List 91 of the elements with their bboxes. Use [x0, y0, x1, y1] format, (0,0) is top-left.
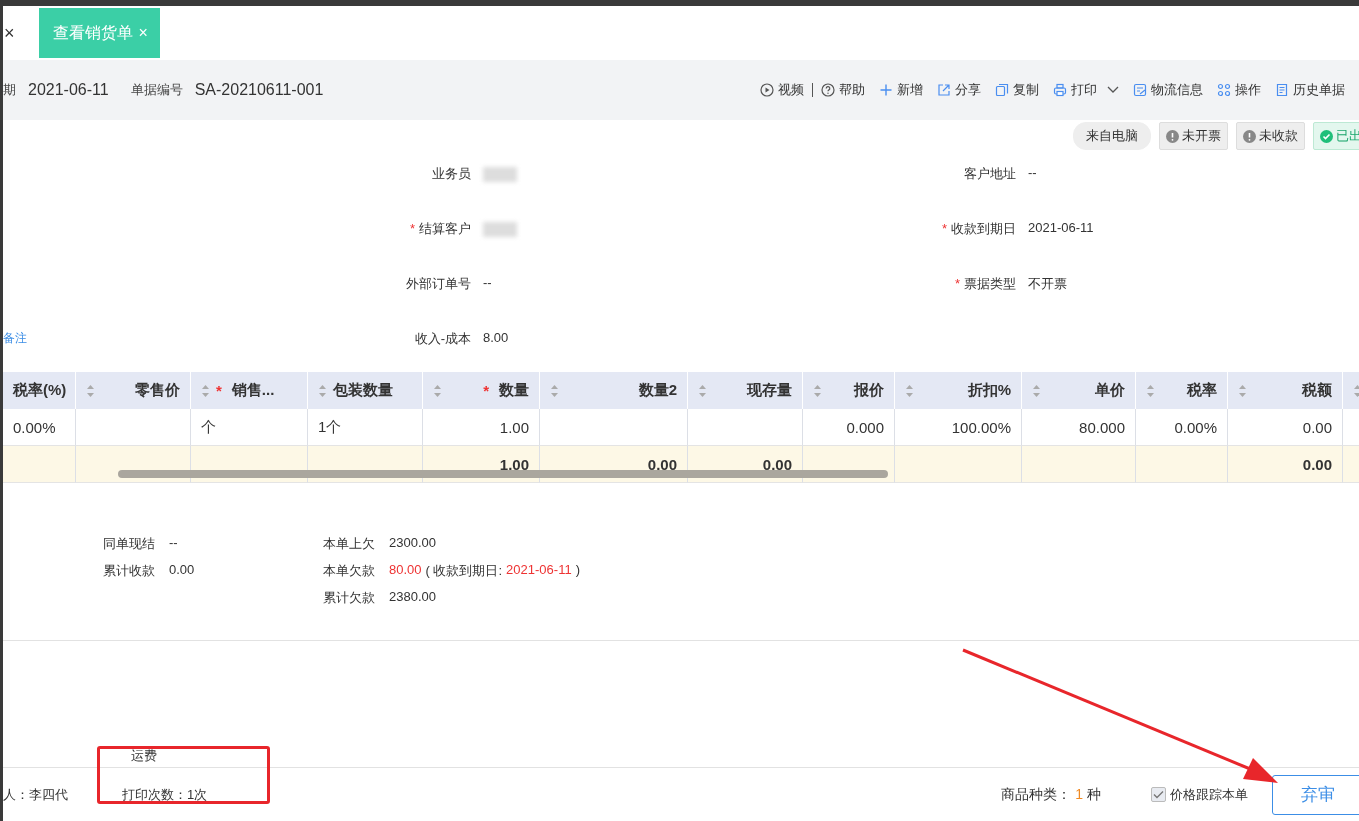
sort-icon[interactable]	[86, 383, 95, 398]
summary-label: 同单现结	[103, 535, 155, 553]
toolbar-button[interactable]: 新增	[879, 81, 923, 99]
grid-icon[interactable]	[1217, 83, 1231, 97]
kinds-unit: 种	[1087, 785, 1101, 804]
summary-label: 累计收款	[103, 562, 155, 580]
column-header[interactable]: * 销售...	[191, 372, 308, 409]
sort-icon[interactable]	[550, 383, 559, 398]
field-label: * 收款到期日	[941, 220, 1017, 238]
column-header[interactable]: 税率	[1136, 372, 1228, 409]
caret-icon[interactable]	[1107, 86, 1119, 94]
checkbox-label[interactable]: 价格跟踪本单	[1170, 785, 1248, 804]
toolbar-button[interactable]: 历史单据	[1275, 81, 1345, 99]
status-tag: 未收款	[1236, 122, 1305, 150]
summary-label: 累计欠款	[323, 589, 375, 607]
column-header[interactable]: 零售价	[76, 372, 191, 409]
print-count-text: 打印次数：1次	[122, 785, 208, 804]
total-cell: 0.00	[1228, 446, 1343, 483]
sort-icon[interactable]	[318, 383, 327, 398]
column-header[interactable]: * 数量	[423, 372, 540, 409]
column-header[interactable]: 现存量	[688, 372, 803, 409]
summary-value: --	[169, 535, 178, 552]
field-value: --	[1028, 165, 1037, 180]
sort-icon[interactable]	[1353, 383, 1359, 398]
field-label: 单据编号	[130, 81, 183, 99]
sort-icon[interactable]	[1032, 383, 1041, 398]
plus-icon[interactable]	[879, 83, 893, 97]
share-icon[interactable]	[937, 83, 951, 97]
warning-icon	[1243, 129, 1256, 143]
sort-icon[interactable]	[813, 383, 822, 398]
status-tag: 未开票	[1159, 122, 1228, 150]
field-label: * 票据类型	[954, 275, 1017, 293]
field-label: 外部订单号	[406, 275, 472, 293]
field-value: --	[483, 275, 492, 290]
status-tag: 来自电脑	[1073, 122, 1151, 150]
field-label: * 结算客户	[409, 220, 472, 238]
column-header[interactable]: 税率(%)	[3, 372, 76, 409]
summary-value: 2380.00	[389, 589, 436, 606]
field-value: 8.00	[483, 330, 509, 345]
column-header[interactable]: 折扣%	[895, 372, 1022, 409]
toolbar-button[interactable]: 复制	[995, 81, 1039, 99]
summary-label: 本单上欠	[323, 535, 375, 553]
column-header[interactable]: 税额	[1228, 372, 1343, 409]
field-label: 业务员	[432, 165, 472, 183]
column-header[interactable]: 报价	[803, 372, 895, 409]
close-icon[interactable]: ×	[3, 22, 15, 44]
maker-text: 人：李四代	[3, 785, 69, 804]
toolbar-button[interactable]: 分享	[937, 81, 981, 99]
field-value: SA-20210611-001	[194, 81, 324, 99]
field-value: 2021-06-11	[28, 81, 109, 99]
sort-icon[interactable]	[698, 383, 707, 398]
unapprove-button[interactable]: 弃审	[1272, 774, 1359, 815]
summary-value: 80.00	[389, 562, 422, 579]
column-header[interactable]: 单价	[1022, 372, 1136, 409]
field-label: 收入-成本	[414, 330, 472, 348]
sort-icon[interactable]	[1238, 383, 1247, 398]
summary-value: 2300.00	[389, 535, 436, 552]
note-icon[interactable]	[1133, 83, 1147, 97]
field-value: 2021-06-11	[1028, 220, 1094, 235]
warning-icon	[1166, 129, 1179, 143]
kinds-label: 商品种类：	[1001, 785, 1072, 804]
checkbox[interactable]	[1151, 787, 1166, 802]
kinds-count: 1	[1075, 785, 1083, 804]
help-icon[interactable]	[821, 83, 835, 97]
sort-icon[interactable]	[1146, 383, 1155, 398]
summary-value: ( 收款到期日:	[425, 562, 503, 580]
toolbar-button[interactable]: 帮助	[821, 81, 865, 99]
summary-label: 本单欠款	[323, 562, 375, 580]
toolbar-button[interactable]: 打印	[1053, 81, 1119, 99]
scrollbar[interactable]	[118, 470, 888, 478]
sort-icon[interactable]	[201, 383, 210, 398]
field-label: 期	[3, 81, 16, 99]
summary-value: 2021-06-11	[506, 562, 572, 579]
column-header[interactable]: 数量2	[540, 372, 688, 409]
toolbar-button[interactable]: 物流信息	[1133, 81, 1203, 99]
copy-icon[interactable]	[995, 83, 1009, 97]
summary-value: 0.00	[169, 562, 195, 579]
field-label: 运费	[131, 747, 157, 765]
document-icon[interactable]	[1275, 83, 1289, 97]
summary-value: )	[575, 562, 580, 579]
sort-icon[interactable]	[905, 383, 914, 398]
remark-link[interactable]: 备注	[3, 330, 27, 347]
field-label: 客户地址	[964, 165, 1017, 183]
play-icon[interactable]	[760, 83, 774, 97]
field-value: 不开票	[1028, 275, 1067, 293]
sort-icon[interactable]	[433, 383, 442, 398]
column-header[interactable]: 包装数量	[308, 372, 423, 409]
toolbar-button[interactable]: 操作	[1217, 81, 1261, 99]
check-circle-icon	[1320, 129, 1333, 143]
toolbar-button[interactable]: 视频	[760, 81, 804, 99]
printer-icon[interactable]	[1053, 83, 1067, 97]
